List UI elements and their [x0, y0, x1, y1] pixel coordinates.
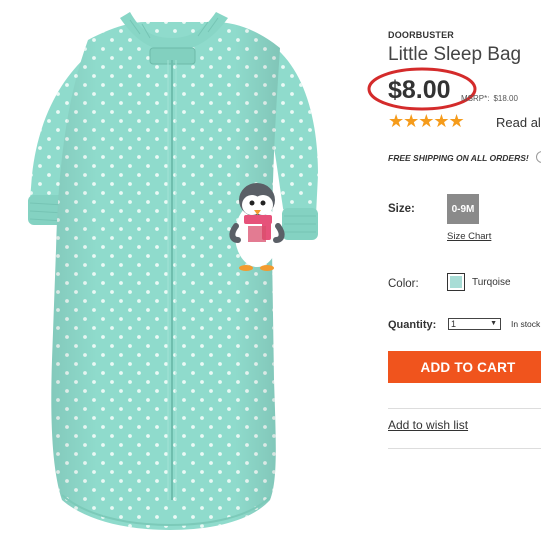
quantity-label: Quantity: [388, 319, 437, 331]
color-name: Turqoise [472, 277, 511, 288]
size-chart-link[interactable]: Size Chart [447, 231, 491, 242]
add-to-wish-list-link[interactable]: Add to wish list [388, 418, 468, 432]
quantity-value: 1 [451, 319, 457, 329]
chevron-down-icon: ▼ [490, 320, 497, 327]
color-swatch-turqoise[interactable] [447, 273, 465, 291]
divider [388, 408, 541, 409]
product-title: Little Sleep Bag [388, 44, 522, 65]
free-shipping-text: FREE SHIPPING ON ALL ORDERS! [388, 153, 529, 163]
add-to-cart-button[interactable]: ADD TO CART [388, 351, 541, 383]
sleep-bag-body [51, 22, 280, 530]
read-all-reviews-link[interactable]: Read all [496, 115, 541, 130]
msrp-value: $18.00 [493, 94, 518, 103]
doorbuster-tag: DOORBUSTER [388, 30, 455, 40]
product-price: $8.00 [388, 76, 451, 104]
msrp-label: MSRP*: [461, 94, 490, 103]
product-details: DOORBUSTER Little Sleep Bag $8.00 MSRP*:… [388, 0, 541, 541]
size-label: Size: [388, 203, 415, 215]
color-label: Color: [388, 278, 419, 290]
stock-status: In stock [511, 319, 541, 329]
msrp: MSRP*: $18.00 [461, 94, 518, 103]
product-image [28, 12, 318, 530]
swatch-fill [450, 276, 462, 288]
info-icon[interactable] [536, 151, 541, 163]
divider [388, 448, 541, 449]
size-option-0-9m[interactable]: 0-9M [447, 194, 479, 224]
rating-stars: ★★★★★ [388, 111, 465, 131]
quantity-select[interactable]: 1 ▼ [448, 318, 501, 330]
